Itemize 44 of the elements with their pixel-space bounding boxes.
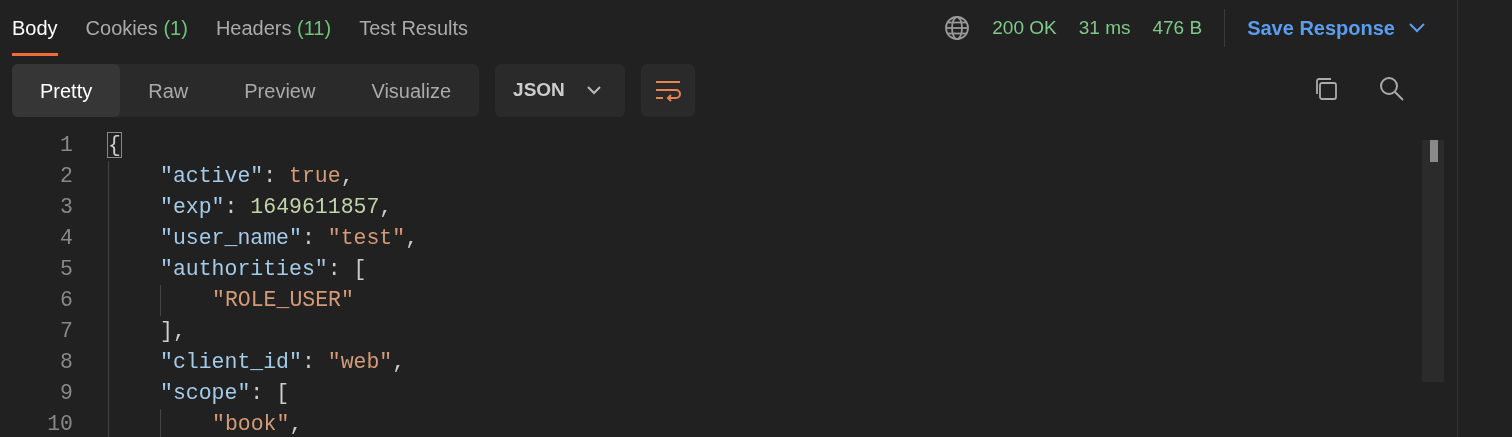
- code-line: "book",: [212, 411, 303, 437]
- wrap-lines-button[interactable]: [641, 64, 696, 117]
- code-line: ],: [160, 318, 186, 345]
- tab[interactable]: Cookies (1): [85, 5, 188, 56]
- tab[interactable]: Headers (11): [215, 5, 332, 56]
- search-button[interactable]: [1379, 76, 1405, 102]
- line-number: 10: [46, 411, 73, 437]
- save-response-button[interactable]: Save Response: [1247, 13, 1425, 43]
- tab[interactable]: Body: [12, 5, 58, 56]
- code-line: "active": true,: [160, 163, 354, 190]
- line-number: 4: [59, 225, 73, 252]
- response-size: 476 B: [1152, 15, 1203, 40]
- code-line: "ROLE_USER": [212, 287, 354, 314]
- code-line: "client_id": "web",: [160, 349, 406, 376]
- status-code: 200 OK: [992, 15, 1057, 40]
- copy-button[interactable]: [1313, 76, 1339, 102]
- view-tab[interactable]: Raw: [120, 64, 217, 117]
- response-time: 31 ms: [1078, 15, 1131, 40]
- search-icon: [1379, 76, 1405, 102]
- line-number: 2: [59, 163, 73, 190]
- code-line: "user_name": "test",: [160, 225, 419, 252]
- line-number: 1: [59, 132, 73, 159]
- code-line: "authorities": [: [160, 256, 367, 283]
- code-line: "scope": [: [160, 380, 290, 407]
- line-number: 5: [59, 256, 73, 283]
- chevron-down-icon: [586, 86, 601, 95]
- code-line: {: [108, 132, 121, 159]
- code-line: "exp": 1649611857,: [160, 194, 393, 221]
- view-tab[interactable]: Visualize: [343, 64, 480, 117]
- format-dropdown[interactable]: JSON: [495, 64, 626, 117]
- view-tab[interactable]: Preview: [216, 64, 344, 117]
- wrap-lines-icon: [654, 78, 683, 103]
- line-number: 7: [59, 318, 73, 345]
- tab[interactable]: Test Results: [359, 5, 469, 56]
- globe-icon[interactable]: [944, 15, 971, 41]
- scrollbar[interactable]: [1422, 140, 1444, 382]
- copy-icon: [1313, 76, 1339, 102]
- line-number: 3: [59, 194, 73, 221]
- line-number: 9: [59, 380, 73, 407]
- line-number: 8: [59, 349, 73, 376]
- line-number: 6: [59, 287, 73, 314]
- chevron-down-icon: [1409, 23, 1425, 33]
- scrollbar-thumb[interactable]: [1430, 140, 1438, 162]
- view-tab[interactable]: Pretty: [12, 64, 121, 117]
